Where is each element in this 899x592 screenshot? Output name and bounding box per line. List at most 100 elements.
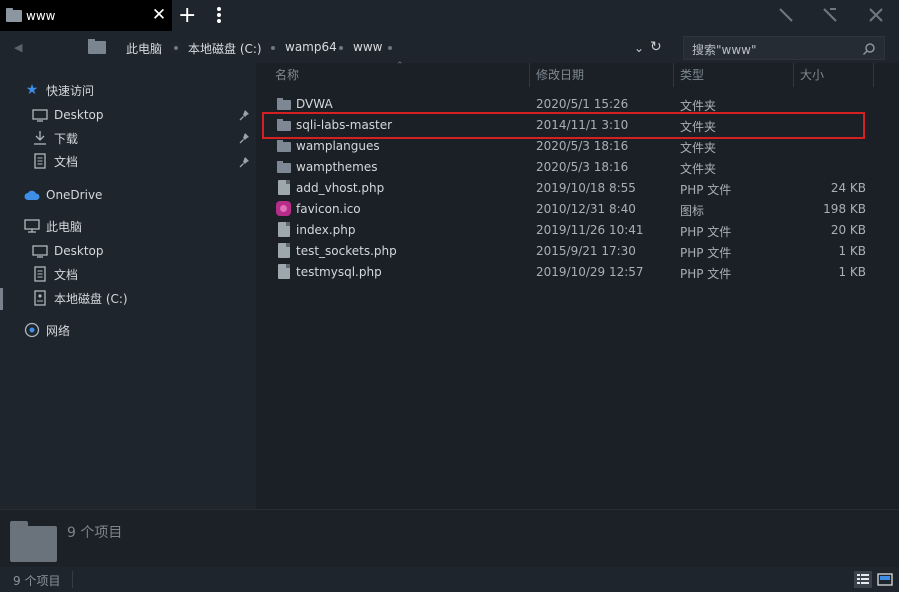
breadcrumb-www[interactable]: www [353,40,382,54]
file-name: test_sockets.php [296,244,397,258]
file-row[interactable]: add_vhost.php 2019/10/18 8:55 PHP 文件 24 … [256,178,899,199]
sidebar-item-desktop[interactable]: Desktop [32,104,104,126]
sidebar-item-pc-documents[interactable]: 文档 [32,263,78,285]
thumbnail-view-icon [877,573,893,586]
image-icon [276,201,292,217]
file-type: PHP 文件 [680,246,732,260]
file-row[interactable]: wamplangues 2020/5/3 18:16 文件夹 [256,136,899,157]
file-row[interactable]: favicon.ico 2010/12/31 8:40 图标 198 KB [256,199,899,220]
pin-icon[interactable] [239,132,251,144]
sidebar-item-local-disk[interactable]: 本地磁盘 (C:) [32,287,128,309]
column-header-type[interactable]: 类型 [674,63,793,87]
file-type: PHP 文件 [680,183,732,197]
breadcrumb-separator [174,46,178,50]
column-header-name[interactable]: 名称 [269,63,529,87]
search-placeholder: 搜索"www" [692,43,757,57]
sidebar-item-network[interactable]: 网络 [24,319,70,341]
list-view-icon [854,571,872,588]
desktop-icon [32,107,48,123]
file-size: 1 KB [838,244,866,258]
star-icon: ★ [25,82,39,98]
file-date: 2019/10/29 12:57 [536,265,644,279]
search-input[interactable]: 搜索"www" [683,36,885,60]
new-tab-button[interactable]: + [178,4,196,28]
sidebar-item-quick-access[interactable]: ★ 快速访问 [24,79,94,101]
column-divider[interactable] [873,63,874,87]
file-name: favicon.ico [296,202,361,216]
sidebar-item-label: Desktop [54,244,104,258]
tab-menu-icon[interactable] [212,6,226,26]
chevron-down-icon[interactable]: ⌄ [634,41,644,55]
sidebar-item-label: 此电脑 [46,219,83,234]
column-header-size[interactable]: 大小 [794,63,873,87]
sidebar-item-label: 文档 [54,267,79,282]
file-row[interactable]: testmysql.php 2019/10/29 12:57 PHP 文件 1 … [256,262,899,283]
file-list: ⌃ 名称 修改日期 类型 大小 DVWA 2020/5/1 15:26 文件夹 … [256,61,899,509]
breadcrumb-local-disk[interactable]: 本地磁盘 (C:) [188,40,262,57]
sidebar-item-pc-desktop[interactable]: Desktop [32,240,104,262]
status-bar: 9 个项目 [0,567,899,592]
pin-icon[interactable] [239,156,251,168]
file-date: 2019/10/18 8:55 [536,181,636,195]
file-name: wampthemes [296,160,378,174]
minimize-button[interactable] [777,6,795,24]
file-row[interactable]: test_sockets.php 2015/9/21 17:30 PHP 文件 … [256,241,899,262]
breadcrumb-separator [271,46,275,50]
cloud-icon [24,187,40,203]
back-button[interactable]: ◀ [14,40,30,56]
file-name: DVWA [296,97,333,111]
status-item-count: 9 个项目 [13,574,61,588]
file-row[interactable]: index.php 2019/11/26 10:41 PHP 文件 20 KB [256,220,899,241]
file-type: 文件夹 [680,162,717,176]
tab-www[interactable]: www ✕ [0,0,172,31]
refresh-icon[interactable]: ↻ [650,39,662,55]
sidebar-item-onedrive[interactable]: OneDrive [24,184,102,206]
folder-icon [276,138,292,154]
document-icon [276,264,292,280]
document-icon [32,153,48,169]
file-date: 2020/5/3 18:16 [536,139,629,153]
sidebar-item-label: 本地磁盘 (C:) [54,291,128,306]
pin-icon[interactable] [239,109,251,121]
sidebar-item-label: OneDrive [46,188,103,202]
close-window-button[interactable] [867,6,885,24]
breadcrumb-this-pc[interactable]: 此电脑 [126,40,162,57]
address-bar: ◀ 此电脑 本地磁盘 (C:) wamp64 www ⌄ ↻ 搜索"www" [0,33,899,63]
details-item-count: 9 个项目 [67,525,123,541]
file-type: PHP 文件 [680,267,732,281]
folder-icon [88,39,106,54]
file-date: 2010/12/31 8:40 [536,202,636,216]
maximize-button[interactable] [821,6,839,24]
breadcrumb-wamp64[interactable]: wamp64 [285,40,337,54]
highlight-annotation [262,112,865,139]
status-divider [72,571,73,588]
file-row[interactable]: wampthemes 2020/5/3 18:16 文件夹 [256,157,899,178]
breadcrumb-separator [339,46,343,50]
search-icon [862,43,875,56]
folder-icon [10,521,57,562]
file-type: PHP 文件 [680,225,732,239]
file-name: index.php [296,223,356,237]
details-view-button[interactable] [854,571,872,588]
sidebar-item-label: Desktop [54,108,104,122]
title-bar: www ✕ + [0,0,899,33]
navigation-pane: ★ 快速访问 Desktop 下载 文档 OneDrive 此电脑 Deskto… [0,63,256,509]
network-icon [24,322,40,338]
sidebar-item-downloads[interactable]: 下载 [32,127,78,149]
close-tab-button[interactable]: ✕ [151,5,167,25]
tab-label: www [26,9,56,23]
details-pane: 9 个项目 [0,509,899,567]
column-header-date[interactable]: 修改日期 [530,63,673,87]
file-date: 2015/9/21 17:30 [536,244,636,258]
drive-icon [32,290,48,306]
sidebar-item-documents[interactable]: 文档 [32,150,78,172]
file-size: 20 KB [830,223,866,237]
large-icons-view-button[interactable] [876,571,894,588]
computer-icon [24,218,40,234]
sidebar-item-label: 网络 [46,323,71,338]
document-icon [32,266,48,282]
sidebar-item-this-pc[interactable]: 此电脑 [24,215,82,237]
document-icon [276,180,292,196]
file-type: 文件夹 [680,141,717,155]
file-name: testmysql.php [296,265,382,279]
